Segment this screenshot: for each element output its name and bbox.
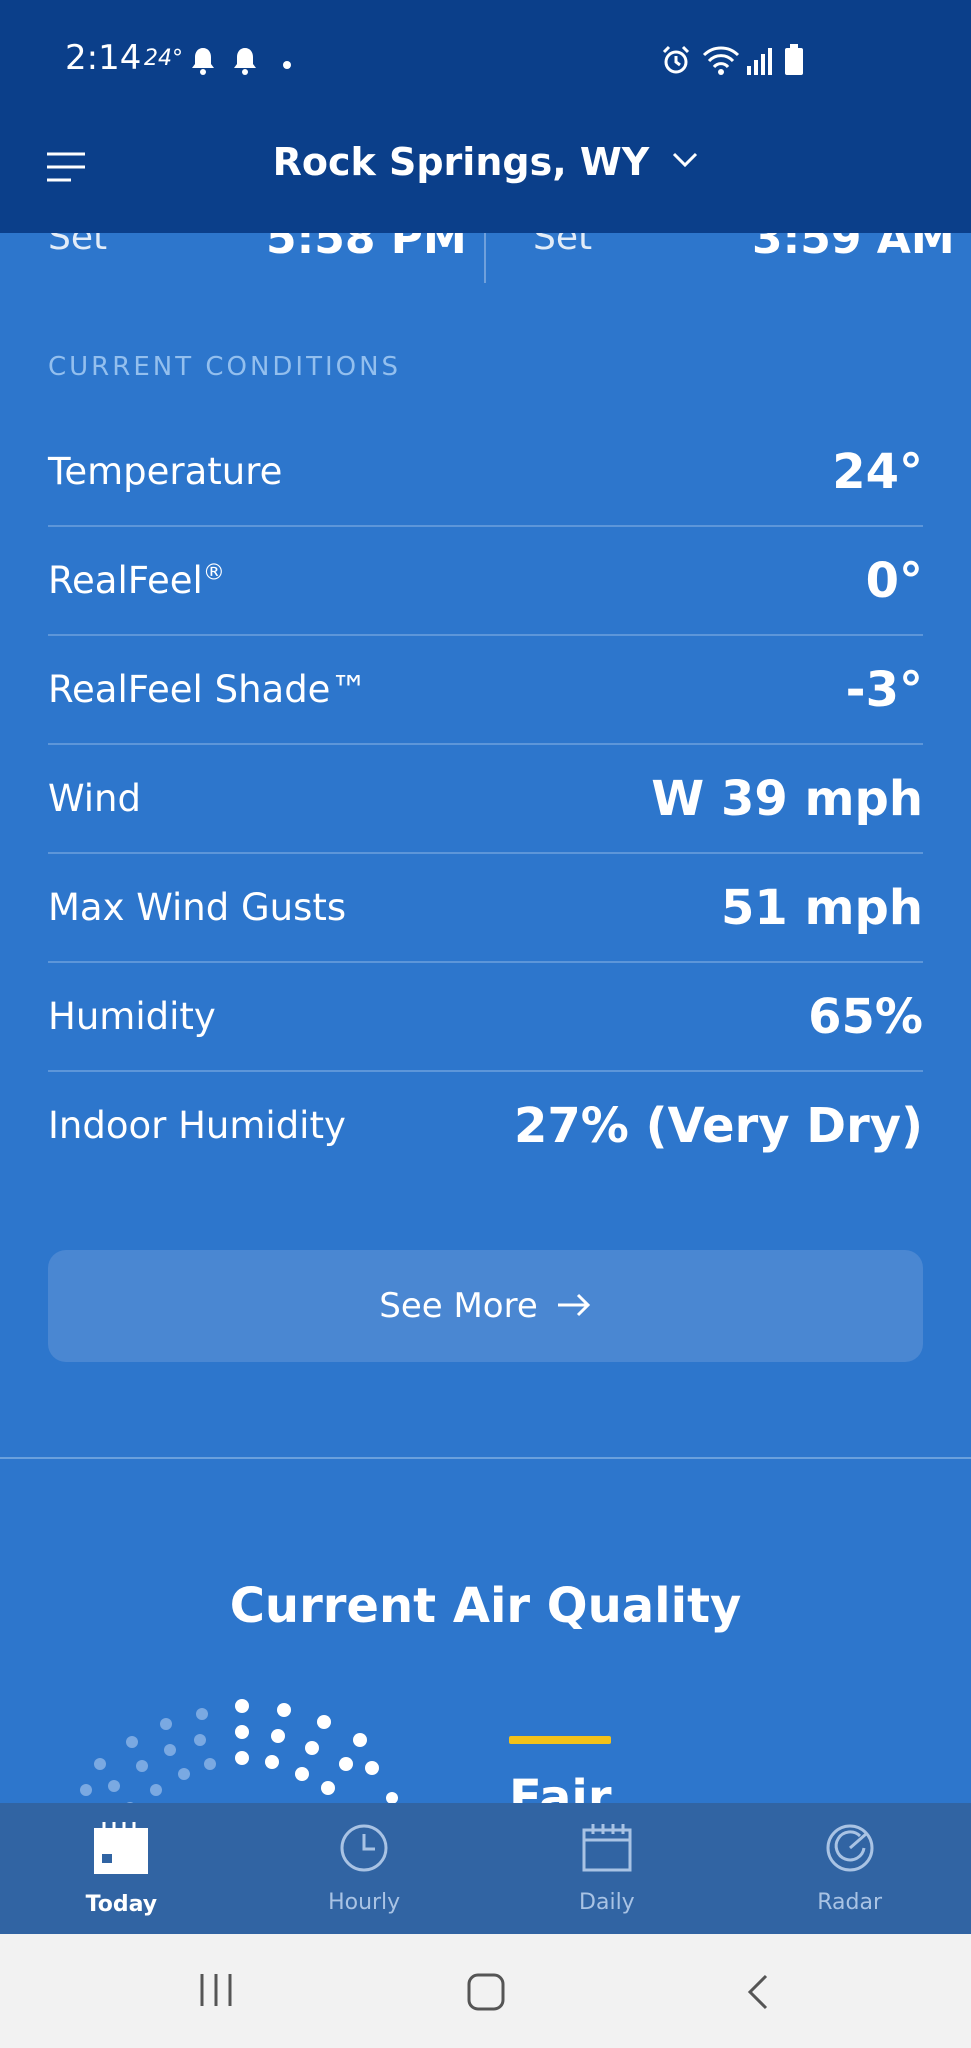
tab-today[interactable]: Today [0,1803,243,1934]
arrow-right-icon [538,1286,592,1326]
battery-icon [784,44,804,80]
condition-row-realfeel-shade: RealFeel Shade™ -3° [48,636,923,745]
signal-icon [746,46,774,80]
conditions-list: Temperature 24° RealFeel® 0° RealFeel Sh… [48,418,923,1179]
location-title: Rock Springs, WY [272,140,650,184]
condition-row-max-wind-gusts: Max Wind Gusts 51 mph [48,854,923,963]
air-quality-level-bar [509,1736,611,1744]
condition-label: RealFeel Shade™ [48,668,368,711]
condition-value: -3° [845,661,923,718]
tab-hourly[interactable]: Hourly [243,1803,486,1934]
condition-row-wind: Wind W 39 mph [48,745,923,854]
radar-icon [824,1822,876,1890]
condition-label: Temperature [48,450,283,493]
calendar-today-icon [92,1820,150,1892]
condition-label: RealFeel® [48,559,225,602]
location-selector[interactable]: Rock Springs, WY [0,140,971,184]
bottom-nav: Today Hourly Daily Radar [0,1803,971,1934]
condition-row-temperature: Temperature 24° [48,418,923,527]
see-more-label: See More [379,1286,538,1326]
tab-today-label: Today [85,1892,158,1917]
condition-row-indoor-humidity: Indoor Humidity 27% (Very Dry) [48,1072,923,1179]
tab-daily-label: Daily [579,1890,635,1915]
wifi-icon [702,44,740,80]
condition-label: Wind [48,777,141,820]
condition-value: 65% [808,988,923,1045]
condition-value: 0° [865,552,923,609]
divider [484,231,486,283]
alarm-icon [660,44,692,80]
tab-radar[interactable]: Radar [728,1803,971,1934]
registered-mark: ® [202,560,225,586]
tab-radar-label: Radar [817,1890,883,1915]
condition-value: 27% (Very Dry) [513,1097,923,1154]
status-temp: 24° [144,46,183,71]
condition-value: W 39 mph [651,770,923,827]
chevron-down-icon [672,152,698,172]
condition-label: Indoor Humidity [48,1104,346,1147]
condition-row-humidity: Humidity 65% [48,963,923,1072]
calendar-icon [581,1822,633,1890]
home-icon[interactable] [466,1972,506,2016]
section-divider [0,1457,971,1459]
bell-icon [190,46,216,80]
recent-apps-icon[interactable] [196,1972,236,2012]
status-time: 2:14 [65,38,142,78]
system-nav-bar [0,1934,971,2048]
air-quality-title: Current Air Quality [229,1578,742,1634]
tab-daily[interactable]: Daily [486,1803,729,1934]
condition-value: 24° [832,443,923,500]
bell-icon [232,46,258,80]
condition-label: Max Wind Gusts [48,886,347,929]
tab-hourly-label: Hourly [328,1890,401,1915]
condition-label: Humidity [48,995,216,1038]
see-more-button[interactable]: See More [48,1250,923,1362]
dot-icon [282,55,292,74]
condition-value: 51 mph [720,879,923,936]
section-title: CURRENT CONDITIONS [48,352,402,382]
clock-icon [338,1822,390,1890]
condition-row-realfeel: RealFeel® 0° [48,527,923,636]
back-icon[interactable] [744,1972,772,2016]
app-header: 2:14 24° Rock Springs, WY [0,0,971,233]
